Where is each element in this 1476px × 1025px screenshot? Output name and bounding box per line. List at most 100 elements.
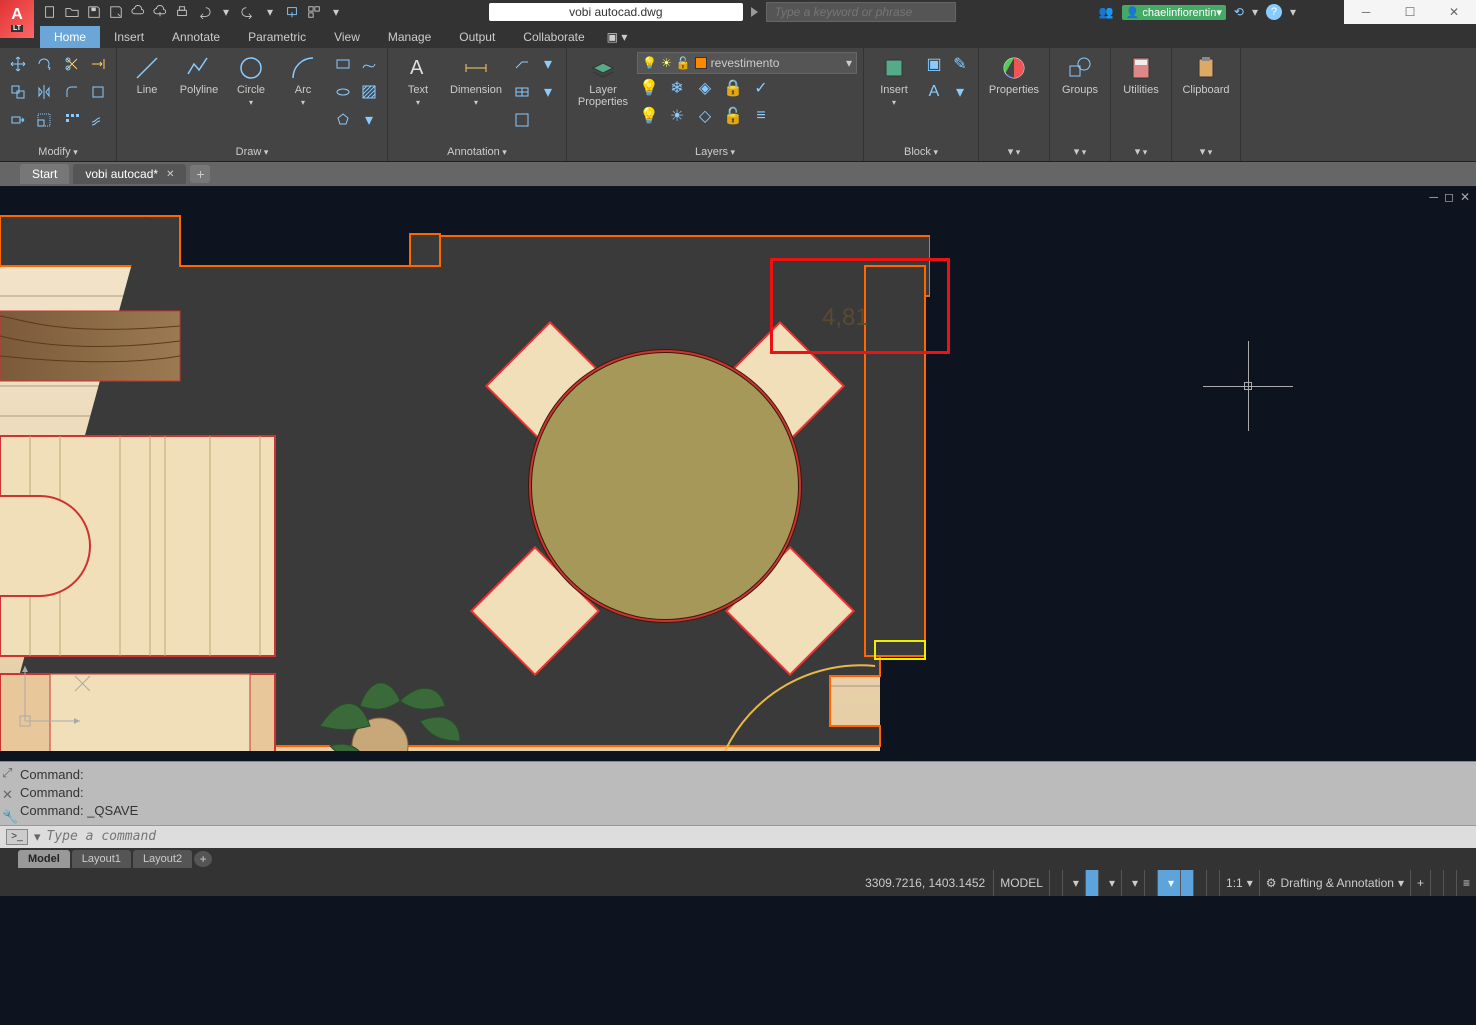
polyline-button[interactable]: Polyline bbox=[175, 52, 223, 98]
status-workspace[interactable]: ⚙ Drafting & Annotation ▾ bbox=[1259, 870, 1410, 896]
field-icon[interactable] bbox=[510, 108, 534, 132]
status-model-space[interactable]: MODEL bbox=[993, 870, 1049, 896]
layer-dropdown[interactable]: 💡 ☀ 🔓 revestimento ▾ bbox=[637, 52, 857, 74]
signin-users-icon[interactable]: 👥 bbox=[1099, 5, 1114, 19]
panel-draw-label[interactable]: Draw bbox=[123, 144, 381, 161]
edit-block-icon[interactable]: ✎ bbox=[948, 52, 972, 76]
exchange-dropdown-icon[interactable]: ▾ bbox=[1252, 5, 1258, 19]
status-isodraft-icon[interactable]: ▾ bbox=[1121, 870, 1144, 896]
rectangle-icon[interactable] bbox=[331, 52, 355, 76]
utilities-button[interactable]: Utilities bbox=[1117, 52, 1165, 98]
mirror-icon[interactable] bbox=[32, 80, 56, 104]
status-annotation-scale[interactable]: 1:1▾ bbox=[1219, 870, 1259, 896]
status-transparency-icon[interactable] bbox=[1193, 870, 1206, 896]
status-lineweight-icon[interactable] bbox=[1180, 870, 1193, 896]
layer-match-icon[interactable]: ≡ bbox=[749, 104, 773, 128]
status-ortho-icon[interactable] bbox=[1085, 870, 1098, 896]
copy-icon[interactable] bbox=[6, 80, 30, 104]
user-badge[interactable]: 👤 chaelinfiorentin▾ bbox=[1122, 5, 1226, 20]
panel-properties-expand[interactable]: ▾ bbox=[985, 143, 1043, 161]
panel-utilities-expand[interactable]: ▾ bbox=[1117, 143, 1165, 161]
panel-groups-expand[interactable]: ▾ bbox=[1056, 143, 1104, 161]
panel-clipboard-expand[interactable]: ▾ bbox=[1178, 143, 1234, 161]
panel-modify-label[interactable]: Modify bbox=[6, 144, 110, 161]
new-icon[interactable] bbox=[40, 2, 60, 22]
help-search-input[interactable] bbox=[766, 2, 956, 22]
table-icon[interactable] bbox=[510, 80, 534, 104]
command-dropdown-icon[interactable]: ▾ bbox=[34, 829, 41, 845]
tab-parametric[interactable]: Parametric bbox=[234, 26, 320, 48]
help-dropdown-icon[interactable]: ▾ bbox=[1290, 5, 1296, 19]
clipboard-button[interactable]: Clipboard bbox=[1178, 52, 1234, 98]
redo-icon[interactable] bbox=[238, 2, 258, 22]
viewport-maximize-icon[interactable]: ◻ bbox=[1444, 190, 1454, 204]
panel-annotation-label[interactable]: Annotation bbox=[394, 144, 560, 161]
status-osnap-icon[interactable]: ▾ bbox=[1157, 870, 1180, 896]
layer-unlock-icon[interactable]: 🔓 bbox=[721, 104, 745, 128]
status-snap-icon[interactable]: ▾ bbox=[1062, 870, 1085, 896]
cloud-save-icon[interactable] bbox=[150, 2, 170, 22]
redo-dropdown-icon[interactable]: ▾ bbox=[260, 2, 280, 22]
tab-featured-apps[interactable]: ▣ ▾ bbox=[599, 26, 636, 48]
trim-icon[interactable] bbox=[60, 52, 84, 76]
leader-icon[interactable] bbox=[510, 52, 534, 76]
chamfer-icon[interactable] bbox=[86, 80, 110, 104]
table-dropdown-icon[interactable]: ▾ bbox=[536, 80, 560, 104]
share-icon[interactable] bbox=[282, 2, 302, 22]
layer-isolate-icon[interactable]: ◈ bbox=[693, 76, 717, 100]
rotate-icon[interactable] bbox=[32, 52, 56, 76]
cmd-settings-icon[interactable]: 🔧 bbox=[2, 808, 18, 826]
layer-make-current-icon[interactable]: ✓ bbox=[749, 76, 773, 100]
layout-tab-model[interactable]: Model bbox=[18, 850, 70, 868]
qat-dropdown-icon[interactable]: ▾ bbox=[326, 2, 346, 22]
new-tab-button[interactable]: + bbox=[190, 165, 210, 183]
command-prompt-icon[interactable]: >_ bbox=[6, 829, 28, 845]
array-icon[interactable] bbox=[60, 108, 84, 132]
exchange-icon[interactable]: ⟲ bbox=[1234, 5, 1244, 19]
line-button[interactable]: Line bbox=[123, 52, 171, 98]
window-minimize-button[interactable]: ─ bbox=[1344, 0, 1388, 24]
layer-thaw-icon[interactable]: ☀ bbox=[665, 104, 689, 128]
viewport-minimize-icon[interactable]: ─ bbox=[1429, 190, 1438, 204]
status-osnap-tracking-icon[interactable] bbox=[1144, 870, 1157, 896]
layer-unisolate-icon[interactable]: ◇ bbox=[693, 104, 717, 128]
status-customization-icon[interactable]: ≡ bbox=[1456, 870, 1476, 896]
window-close-button[interactable]: ✕ bbox=[1432, 0, 1476, 24]
status-coordinates[interactable]: 3309.7216, 1403.1452 bbox=[857, 876, 993, 890]
saveas-icon[interactable] bbox=[106, 2, 126, 22]
text-button[interactable]: AText▾ bbox=[394, 52, 442, 109]
close-tab-icon[interactable]: ✕ bbox=[166, 169, 174, 180]
print-icon[interactable] bbox=[172, 2, 192, 22]
cmd-close-icon[interactable]: ✕ bbox=[2, 786, 18, 804]
ellipse-icon[interactable] bbox=[331, 80, 355, 104]
undo-icon[interactable] bbox=[194, 2, 214, 22]
insert-button[interactable]: Insert▾ bbox=[870, 52, 918, 109]
undo-dropdown-icon[interactable]: ▾ bbox=[216, 2, 236, 22]
batch-print-icon[interactable] bbox=[304, 2, 324, 22]
help-icon[interactable]: ? bbox=[1266, 4, 1282, 20]
status-annotation-monitor-icon[interactable]: + bbox=[1410, 870, 1430, 896]
layer-properties-button[interactable]: Layer Properties bbox=[573, 52, 633, 110]
cloud-open-icon[interactable] bbox=[128, 2, 148, 22]
tab-annotate[interactable]: Annotate bbox=[158, 26, 234, 48]
stretch-icon[interactable] bbox=[6, 108, 30, 132]
status-selection-cycling-icon[interactable] bbox=[1206, 870, 1219, 896]
panel-layers-label[interactable]: Layers bbox=[573, 144, 857, 161]
tab-output[interactable]: Output bbox=[445, 26, 509, 48]
dimension-button[interactable]: Dimension▾ bbox=[446, 52, 506, 109]
status-polar-icon[interactable]: ▾ bbox=[1098, 870, 1121, 896]
tab-insert[interactable]: Insert bbox=[100, 26, 158, 48]
create-block-icon[interactable]: ▣ bbox=[922, 52, 946, 76]
hatch-icon[interactable] bbox=[357, 80, 381, 104]
drawing-canvas[interactable]: ─ ◻ ✕ bbox=[0, 186, 1476, 761]
cmd-pin-icon[interactable]: ⤢ bbox=[2, 764, 18, 782]
leader-dropdown-icon[interactable]: ▾ bbox=[536, 52, 560, 76]
polygon-icon[interactable] bbox=[331, 108, 355, 132]
tab-home[interactable]: Home bbox=[40, 26, 100, 48]
save-icon[interactable] bbox=[84, 2, 104, 22]
layer-off-icon[interactable]: 💡 bbox=[637, 76, 661, 100]
extend-icon[interactable] bbox=[86, 52, 110, 76]
layer-on-icon[interactable]: 💡 bbox=[637, 104, 661, 128]
layout-tab-layout2[interactable]: Layout2 bbox=[133, 850, 192, 868]
viewport-close-icon[interactable]: ✕ bbox=[1460, 190, 1470, 204]
